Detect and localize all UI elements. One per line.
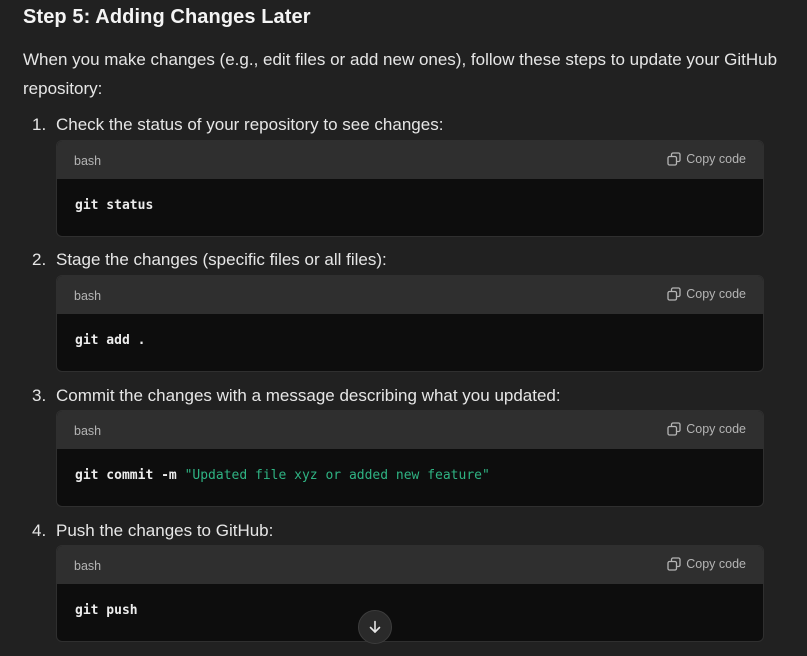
code-language: bash	[74, 559, 102, 573]
copy-code-label: Copy code	[686, 152, 746, 166]
code-header: bash Copy code	[57, 276, 763, 314]
code-language: bash	[74, 154, 102, 168]
scroll-to-bottom-button[interactable]	[358, 610, 392, 644]
step-number: 4.	[32, 521, 47, 540]
copy-code-button[interactable]: Copy code	[667, 287, 746, 301]
copy-icon	[667, 422, 681, 436]
code-command: git commit -m	[75, 468, 185, 483]
code-block: bash Copy code git status	[56, 140, 764, 237]
step-text: Stage the changes (specific files or all…	[56, 250, 387, 269]
copy-icon	[667, 152, 681, 166]
copy-code-button[interactable]: Copy code	[667, 152, 746, 166]
step-text: Check the status of your repository to s…	[56, 115, 444, 134]
step-number: 2.	[32, 250, 47, 269]
copy-code-button[interactable]: Copy code	[667, 557, 746, 571]
step-text: Commit the changes with a message descri…	[56, 386, 561, 405]
section-heading: Step 5: Adding Changes Later	[23, 6, 311, 28]
code-content: git status	[75, 198, 153, 213]
step-number: 3.	[32, 386, 47, 405]
code-language: bash	[74, 424, 102, 438]
arrow-down-icon	[369, 620, 381, 633]
code-header: bash Copy code	[57, 546, 763, 584]
code-header: bash Copy code	[57, 411, 763, 449]
step-item: 3. Commit the changes with a message desc…	[32, 386, 561, 406]
code-block: bash Copy code git commit -m "Updated fi…	[56, 410, 764, 507]
step-item: 4. Push the changes to GitHub:	[32, 521, 273, 541]
step-number: 1.	[32, 115, 47, 134]
copy-code-label: Copy code	[686, 287, 746, 301]
step-text: Push the changes to GitHub:	[56, 521, 274, 540]
code-content: git commit -m "Updated file xyz or added…	[75, 468, 490, 483]
code-content: git push	[75, 603, 138, 618]
step-item: 1. Check the status of your repository to…	[32, 115, 443, 135]
code-block: bash Copy code git push	[56, 545, 764, 642]
code-command: git add .	[75, 333, 146, 348]
code-string: "Updated file xyz or added new feature"	[184, 468, 490, 483]
code-block: bash Copy code git add .	[56, 275, 764, 372]
code-language: bash	[74, 289, 102, 303]
step-item: 2. Stage the changes (specific files or a…	[32, 250, 387, 270]
copy-code-label: Copy code	[686, 422, 746, 436]
intro-paragraph: When you make changes (e.g., edit files …	[23, 50, 778, 98]
copy-code-label: Copy code	[686, 557, 746, 571]
copy-icon	[667, 557, 681, 571]
code-command: git push	[75, 603, 138, 618]
copy-code-button[interactable]: Copy code	[667, 422, 746, 436]
copy-icon	[667, 287, 681, 301]
code-header: bash Copy code	[57, 141, 763, 179]
chat-response: Step 5: Adding Changes Later When you ma…	[0, 0, 807, 656]
code-command: git status	[75, 198, 154, 213]
code-content: git add .	[75, 333, 145, 348]
